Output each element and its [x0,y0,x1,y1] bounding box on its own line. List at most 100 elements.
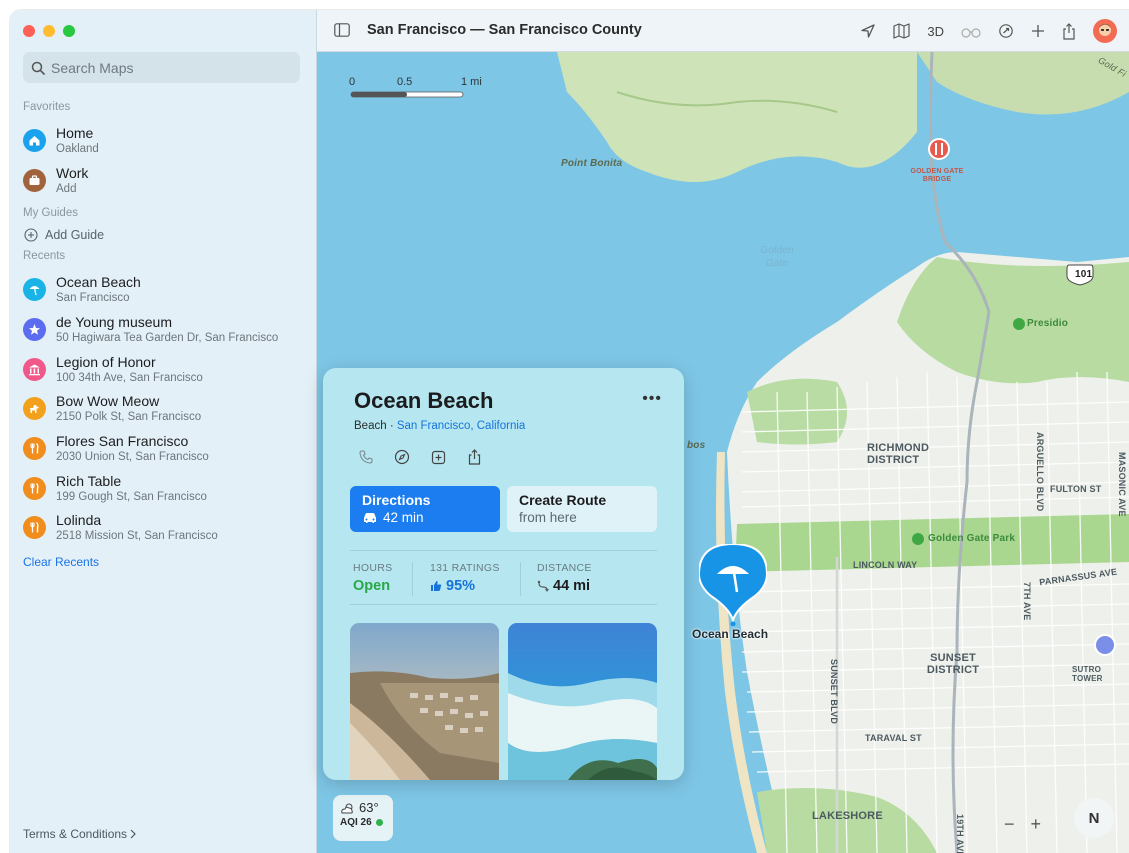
recent-subtitle: 2518 Mission St, San Francisco [56,530,218,542]
recent-item[interactable]: Lolinda 2518 Mission St, San Francisco [23,512,218,543]
card-divider [350,604,657,605]
subtitle-separator: · [389,420,397,432]
favorite-subtitle: Add [56,183,77,195]
look-around-binoculars-icon[interactable] [961,19,981,43]
weather-widget[interactable]: 63° AQI 26 [333,795,393,841]
fork-knife-icon [23,516,46,539]
recent-title: Legion of Honor [56,354,156,370]
zoom-window-button[interactable] [63,25,75,37]
map-label-richmond-district: RICHMOND DISTRICT [867,442,930,466]
add-to-guide-icon[interactable] [428,448,448,466]
phone-icon[interactable] [356,448,376,466]
recent-title: Bow Wow Meow [56,393,160,409]
share-place-icon[interactable] [464,448,484,466]
recent-subtitle: 100 34th Ave, San Francisco [56,372,203,384]
map-label-masonic-ave: MASONIC AVE [1117,452,1127,517]
map-label-bos: bos [687,440,706,451]
map-label-hwy-101: 101 [1075,269,1093,280]
location-arrow-icon[interactable] [860,19,876,43]
recent-subtitle: 2150 Polk St, San Francisco [56,411,202,423]
map-label-golden-gate-park: Golden Gate Park [928,533,1016,544]
zoom-out-button[interactable]: − [1004,814,1015,835]
search-input[interactable] [51,59,281,76]
3d-button[interactable]: 3D [927,19,944,43]
ocean-beach-pin[interactable] [697,542,769,631]
car-icon [364,513,376,523]
map-label-sunset-district: SUNSET DISTRICT [926,652,980,676]
zoom-controls: − + [1004,814,1041,835]
stat-separator [520,562,521,596]
weather-temperature: 63° [359,800,379,815]
aqi-status-dot [375,819,383,826]
search-field[interactable] [23,52,300,83]
map-label-golden-gate: Golden Gate [760,245,794,269]
map-label-golden-gate-bridge: GOLDEN GATE BRIDGE [910,168,964,183]
stat-separator [412,562,413,596]
directions-travel-time: 42 min [383,510,424,525]
sidebar-toggle-icon[interactable] [334,23,350,37]
create-route-button[interactable]: Create Route from here [507,486,657,532]
map-mode-icon[interactable] [893,19,910,43]
map-label-7th-ave: 7TH AVE [1022,582,1032,621]
place-photo-cliffs[interactable] [350,623,499,780]
compass-button[interactable]: N [1074,798,1114,838]
favorite-work[interactable]: Work Add [23,165,88,196]
minimize-window-button[interactable] [43,25,55,37]
terms-link[interactable]: Terms & Conditions [23,827,137,841]
museum-icon [23,358,46,381]
recenter-icon[interactable] [998,19,1014,43]
favorite-home[interactable]: Home Oakland [23,125,99,156]
user-avatar[interactable] [1093,19,1117,43]
distance-value: 44 mi [553,578,591,594]
recent-subtitle: San Francisco [56,292,130,304]
close-window-button[interactable] [23,25,35,37]
recent-item[interactable]: de Young museum 50 Hagiwara Tea Garden Dr… [23,314,278,345]
terms-label: Terms & Conditions [23,827,128,841]
place-photo-waves[interactable] [508,623,657,780]
recent-subtitle: 199 Gough St, San Francisco [56,491,207,503]
recent-subtitle: 2030 Union St, San Francisco [56,451,209,463]
place-quick-actions [356,448,484,466]
recent-item[interactable]: Legion of Honor 100 34th Ave, San Francis… [23,354,203,385]
distance-stat: DISTANCE 44 mi [537,562,592,594]
place-name: Ocean Beach [354,388,494,413]
window-controls [23,25,75,37]
recent-item[interactable]: Rich Table 199 Gough St, San Francisco [23,473,207,504]
map-label-sutro-tower: SUTRO TOWER [1072,665,1103,683]
recent-title: Rich Table [56,473,122,489]
briefcase-icon [23,169,46,192]
recent-item[interactable]: Ocean Beach San Francisco [23,274,141,305]
place-category: Beach [354,420,387,432]
ratings-stat[interactable]: 131 RATINGS 95% [430,562,500,594]
create-route-label: Create Route [519,492,607,508]
recent-title: Flores San Francisco [56,433,189,449]
star-icon [23,318,46,341]
add-guide-button[interactable]: Add Guide [24,228,104,242]
partly-sunny-icon [341,803,353,813]
chevron-right-icon [130,829,136,839]
clear-recents-button[interactable]: Clear Recents [23,555,99,569]
favorite-title: Home [56,125,94,141]
website-compass-icon[interactable] [392,448,412,466]
scale-tick-half: 0.5 [397,76,413,88]
sidebar: Favorites HomeOakland WorkAdd My Guides … [10,10,317,853]
directions-button[interactable]: Directions 42 min [350,486,500,532]
card-divider [350,550,657,551]
place-location-link[interactable]: San Francisco, California [397,420,525,432]
recent-item[interactable]: Bow Wow Meow 2150 Polk St, San Francisco [23,393,201,424]
scale-tick-0: 0 [349,76,356,88]
recent-item[interactable]: Flores San Francisco 2030 Union St, San F… [23,433,209,464]
recent-title: de Young museum [56,314,172,330]
window-title: San Francisco — San Francisco County [367,22,642,38]
fork-knife-icon [23,437,46,460]
hours-label: HOURS [353,562,393,574]
more-options-button[interactable]: ••• [642,390,662,408]
air-quality-index: AQI 26 [340,817,372,828]
recent-title: Ocean Beach [56,274,141,290]
zoom-in-button[interactable]: + [1031,814,1042,835]
my-guides-heading: My Guides [23,207,78,219]
add-plus-icon[interactable] [1031,19,1045,43]
add-guide-label: Add Guide [45,228,105,242]
map-label-sunset-blvd: SUNSET BLVD [829,659,839,725]
share-icon[interactable] [1062,19,1076,43]
